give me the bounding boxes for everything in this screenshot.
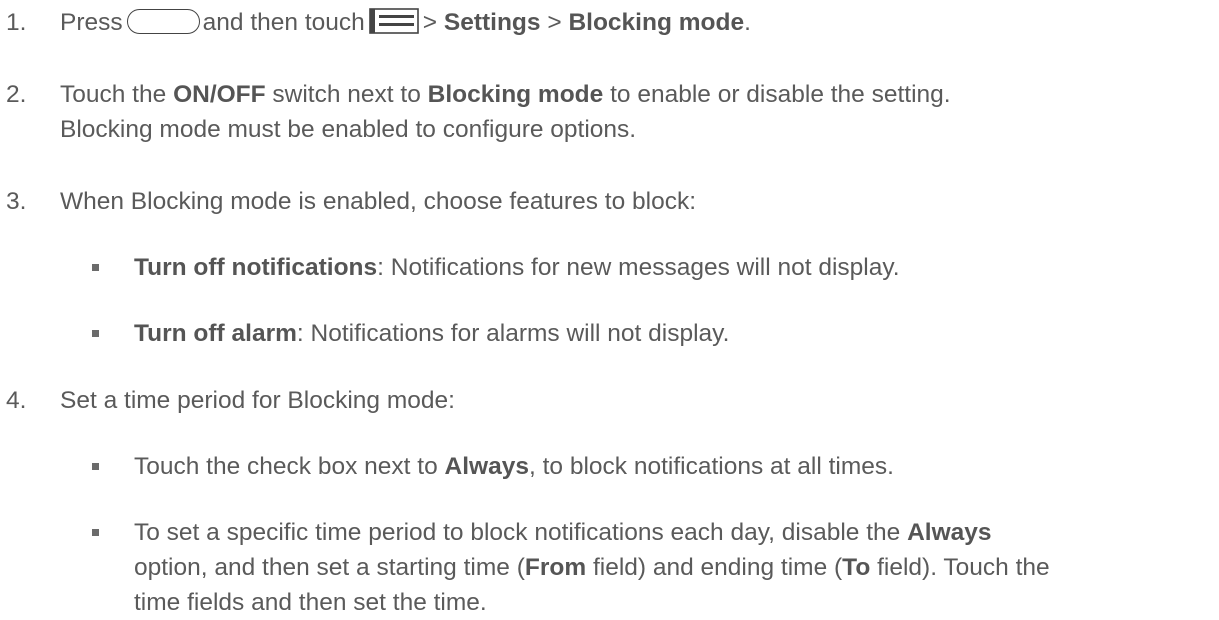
step-2-line-1: Touch the ON/OFF switch next to Blocking… (60, 81, 951, 108)
menu-icon (368, 8, 419, 34)
step-3-text: When Blocking mode is enabled, choose fe… (60, 188, 697, 215)
bullet-marker (92, 529, 99, 536)
home-button-icon (126, 9, 200, 34)
bullet-marker (92, 330, 99, 337)
step-1-number: 1. (6, 9, 27, 36)
bullet-turn-off-alarm: Turn off alarm: Notifications for alarms… (134, 320, 730, 347)
step-4-number: 4. (6, 387, 27, 414)
bullet-time-period-line-2: option, and then set a starting time (Fr… (134, 554, 1050, 581)
bullet-time-period-line-1: To set a specific time period to block n… (134, 519, 992, 546)
step-2-line-2: Blocking mode must be enabled to configu… (60, 116, 637, 143)
bullet-marker (92, 264, 99, 271)
bullet-turn-off-notifications: Turn off notifications: Notifications fo… (134, 254, 900, 281)
step-4-text: Set a time period for Blocking mode: (60, 387, 455, 414)
step-1-text: Press and then touch > Settings > Blocking… (60, 8, 751, 36)
step-2-number: 2. (6, 81, 27, 108)
bullet-always: Touch the check box next to Always, to b… (134, 453, 894, 480)
step-3-number: 3. (6, 188, 27, 215)
bullet-marker (92, 463, 99, 470)
bullet-time-period-line-3: time fields and then set the time. (134, 589, 487, 616)
